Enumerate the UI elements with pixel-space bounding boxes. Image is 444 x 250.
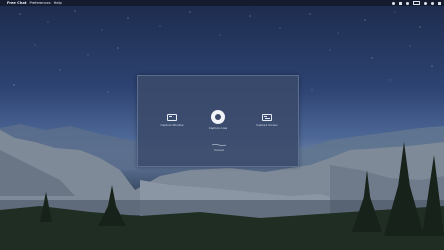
aperture-icon bbox=[211, 110, 225, 124]
stroke-icon bbox=[212, 144, 226, 146]
bluetooth-icon[interactable] bbox=[399, 1, 402, 5]
cancel-option[interactable]: Cancel bbox=[204, 144, 234, 152]
window-icon bbox=[167, 114, 177, 121]
menu-bar: Free Chat Preferences Help bbox=[0, 0, 444, 6]
control-center-icon[interactable] bbox=[438, 1, 441, 5]
capture-area-label: Capture Area bbox=[208, 126, 228, 130]
capture-toolbar-panel: Capture Window Capture Area Capture Scre… bbox=[137, 75, 299, 167]
capture-screen-option[interactable]: Capture Screen bbox=[255, 114, 279, 127]
cancel-label: Cancel bbox=[214, 148, 224, 152]
capture-window-label: Capture Window bbox=[160, 123, 184, 127]
screen-icon bbox=[262, 114, 272, 121]
wifi-icon[interactable] bbox=[392, 1, 395, 5]
volume-icon[interactable] bbox=[406, 1, 409, 5]
menu-item-help[interactable]: Help bbox=[54, 0, 62, 6]
desktop: Free Chat Preferences Help Capture Windo… bbox=[0, 0, 444, 250]
siri-icon[interactable] bbox=[431, 1, 434, 5]
capture-window-option[interactable]: Capture Window bbox=[160, 114, 184, 127]
menu-item-preferences[interactable]: Preferences bbox=[29, 0, 50, 6]
search-icon[interactable] bbox=[424, 1, 427, 5]
menu-app-name[interactable]: Free Chat bbox=[7, 0, 26, 6]
capture-screen-label: Capture Screen bbox=[256, 123, 278, 127]
capture-area-option[interactable]: Capture Area bbox=[206, 110, 230, 130]
battery-icon[interactable] bbox=[413, 0, 420, 6]
